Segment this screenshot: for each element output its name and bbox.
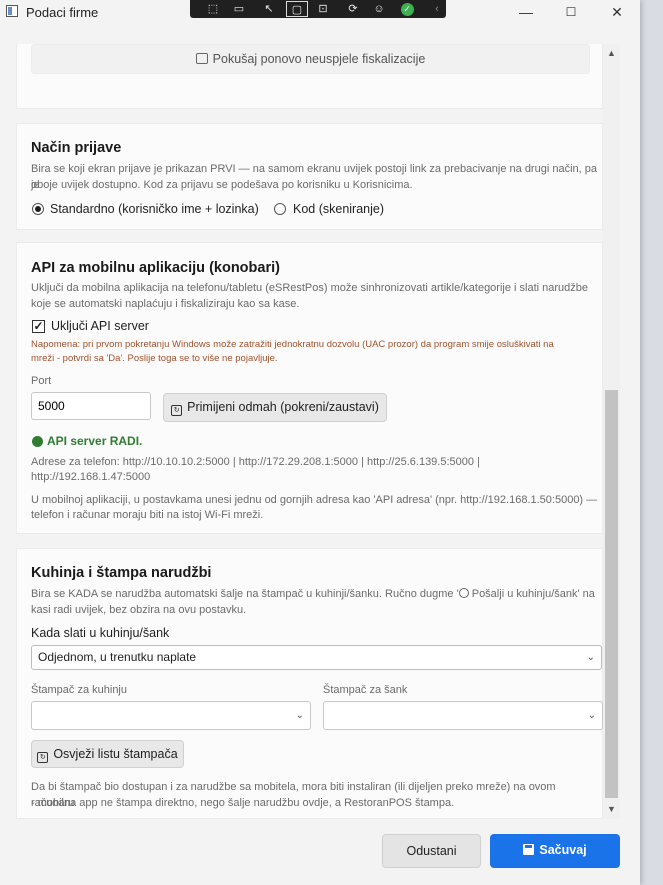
login-method-title: Način prijave bbox=[31, 140, 122, 156]
kitchen-printer-select[interactable]: ⌄ bbox=[31, 701, 311, 730]
capture-icon[interactable]: ⬚ bbox=[202, 1, 224, 17]
kitchen-info-2: - mobilna app ne štampa direktno, nego š… bbox=[31, 797, 455, 809]
kitchen-title: Kuhinja i štampa narudžbi bbox=[31, 565, 212, 581]
window-title: Podaci firme bbox=[26, 5, 99, 20]
api-addresses-2: http://192.168.1.47:5000 bbox=[31, 471, 151, 483]
chevron-left-icon[interactable]: ‹ bbox=[426, 1, 448, 17]
app-icon bbox=[6, 5, 18, 17]
scroll-up-arrow[interactable]: ▲ bbox=[603, 48, 620, 58]
refresh-printers-button[interactable]: ↻ Osvježi listu štampača bbox=[31, 740, 184, 768]
cancel-button[interactable]: Odustani bbox=[382, 834, 481, 868]
refresh-printers-label: Osvježi listu štampača bbox=[53, 747, 178, 761]
status-dot-icon bbox=[32, 436, 43, 447]
save-label: Sačuvaj bbox=[539, 843, 587, 857]
maximize-button[interactable]: ☐ bbox=[548, 0, 594, 24]
apply-api-label: Primijeni odmah (pokreni/zaustavi) bbox=[187, 400, 379, 414]
pointer-icon[interactable]: ↖ bbox=[258, 1, 280, 17]
refresh-icon: ↻ bbox=[37, 752, 49, 763]
api-desc-1: Uključi da mobilna aplikacija na telefon… bbox=[31, 282, 589, 294]
api-enable-label[interactable]: Uključi API server bbox=[51, 319, 149, 333]
api-enable-checkbox[interactable]: ✓ bbox=[32, 320, 45, 333]
bar-printer-label: Štampač za šank bbox=[323, 684, 408, 696]
close-button[interactable]: ✕ bbox=[594, 0, 640, 24]
when-send-select[interactable]: Odjednom, u trenutku naplate ⌄ bbox=[31, 645, 602, 670]
port-label: Port bbox=[31, 375, 52, 387]
kitchen-desc-1: Bira se KADA se narudžba automatski šalj… bbox=[31, 586, 595, 602]
api-desc-2: koje se automatski naplaćuju i fiskalizi… bbox=[31, 298, 300, 310]
retry-icon bbox=[195, 53, 208, 64]
scrollbar-thumb[interactable] bbox=[605, 390, 618, 798]
save-icon bbox=[523, 844, 535, 855]
video-icon[interactable]: ▭ bbox=[228, 1, 250, 17]
api-addresses-1: Adrese za telefon: http://10.10.10.2:500… bbox=[31, 456, 480, 468]
person-icon[interactable]: ☺ bbox=[368, 1, 390, 17]
api-help-1: U mobilnoj aplikaciji, u postavkama unes… bbox=[31, 494, 598, 506]
api-status: API server RADI. bbox=[47, 434, 143, 448]
kitchen-desc-1b: Pošalji u kuhinju/šank' na bbox=[468, 588, 595, 600]
api-help-2: telefon i računar moraju biti na istoj W… bbox=[31, 509, 264, 521]
radio-code-label[interactable]: Kod (skeniranje) bbox=[293, 202, 384, 216]
radio-standard[interactable] bbox=[32, 203, 44, 215]
api-note-2: mreži - potvrdi sa 'Da'. Poslije toga se… bbox=[31, 353, 278, 364]
accessibility-icon[interactable]: ⟳ bbox=[342, 1, 364, 17]
when-send-label: Kada slati u kuhinju/šank bbox=[31, 626, 170, 640]
api-title: API za mobilnu aplikaciju (konobari) bbox=[31, 260, 280, 276]
kitchen-printer-label: Štampač za kuhinju bbox=[31, 684, 127, 696]
radio-standard-label[interactable]: Standardno (korisničko ime + lozinka) bbox=[50, 202, 259, 216]
api-card: API za mobilnu aplikaciju (konobari) Ukl… bbox=[16, 242, 603, 534]
save-button[interactable]: Sačuvaj bbox=[490, 834, 620, 868]
overlay-toolbar: ⬚ ▭ ↖ ▢ ⊡ ⟳ ☺ ✓ ‹ bbox=[190, 0, 446, 18]
radio-code[interactable] bbox=[274, 203, 286, 215]
chevron-down-icon: ⌄ bbox=[586, 652, 595, 663]
retry-label: Pokušaj ponovo neuspjele fiskalizacije bbox=[212, 52, 426, 66]
retry-fiscalization-button[interactable]: Pokušaj ponovo neuspjele fiskalizacije bbox=[31, 44, 590, 74]
chevron-down-icon: ⌄ bbox=[295, 710, 304, 721]
minimize-button[interactable]: — bbox=[503, 0, 549, 24]
screen-icon[interactable]: ⊡ bbox=[312, 1, 334, 17]
port-input[interactable] bbox=[31, 392, 151, 420]
login-method-card: Način prijave Bira se koji ekran prijave… bbox=[16, 123, 603, 230]
select-icon[interactable]: ▢ bbox=[286, 1, 308, 17]
login-method-desc-2: oboje uvijek dostupno. Kod za prijavu se… bbox=[31, 179, 413, 191]
when-send-value: Odjednom, u trenutku naplate bbox=[38, 650, 197, 664]
scroll-down-arrow[interactable]: ▼ bbox=[603, 804, 620, 814]
kitchen-card: Kuhinja i štampa narudžbi Bira se KADA s… bbox=[16, 548, 603, 819]
send-kitchen-icon bbox=[458, 588, 469, 598]
bar-printer-select[interactable]: ⌄ bbox=[323, 701, 603, 730]
apply-api-button[interactable]: ↻ Primijeni odmah (pokreni/zaustavi) bbox=[163, 393, 387, 422]
api-note-1: Napomena: pri prvom pokretanju Windows m… bbox=[31, 339, 554, 350]
settings-window: Podaci firme — ☐ ✕ ⬚ ▭ ↖ ▢ ⊡ ⟳ ☺ ✓ ‹ Pok… bbox=[0, 0, 640, 885]
chevron-down-icon: ⌄ bbox=[587, 710, 596, 721]
kitchen-desc-1a: Bira se KADA se narudžba automatski šalj… bbox=[31, 588, 459, 600]
refresh-icon: ↻ bbox=[171, 405, 183, 416]
fiscal-card: Pokušaj ponovo neuspjele fiskalizacije bbox=[16, 44, 603, 109]
check-icon[interactable]: ✓ bbox=[396, 1, 418, 17]
kitchen-desc-2: kasi radi uvijek, bez obzira na ovu post… bbox=[31, 604, 247, 616]
vertical-scrollbar[interactable]: ▲ ▼ bbox=[603, 44, 620, 819]
